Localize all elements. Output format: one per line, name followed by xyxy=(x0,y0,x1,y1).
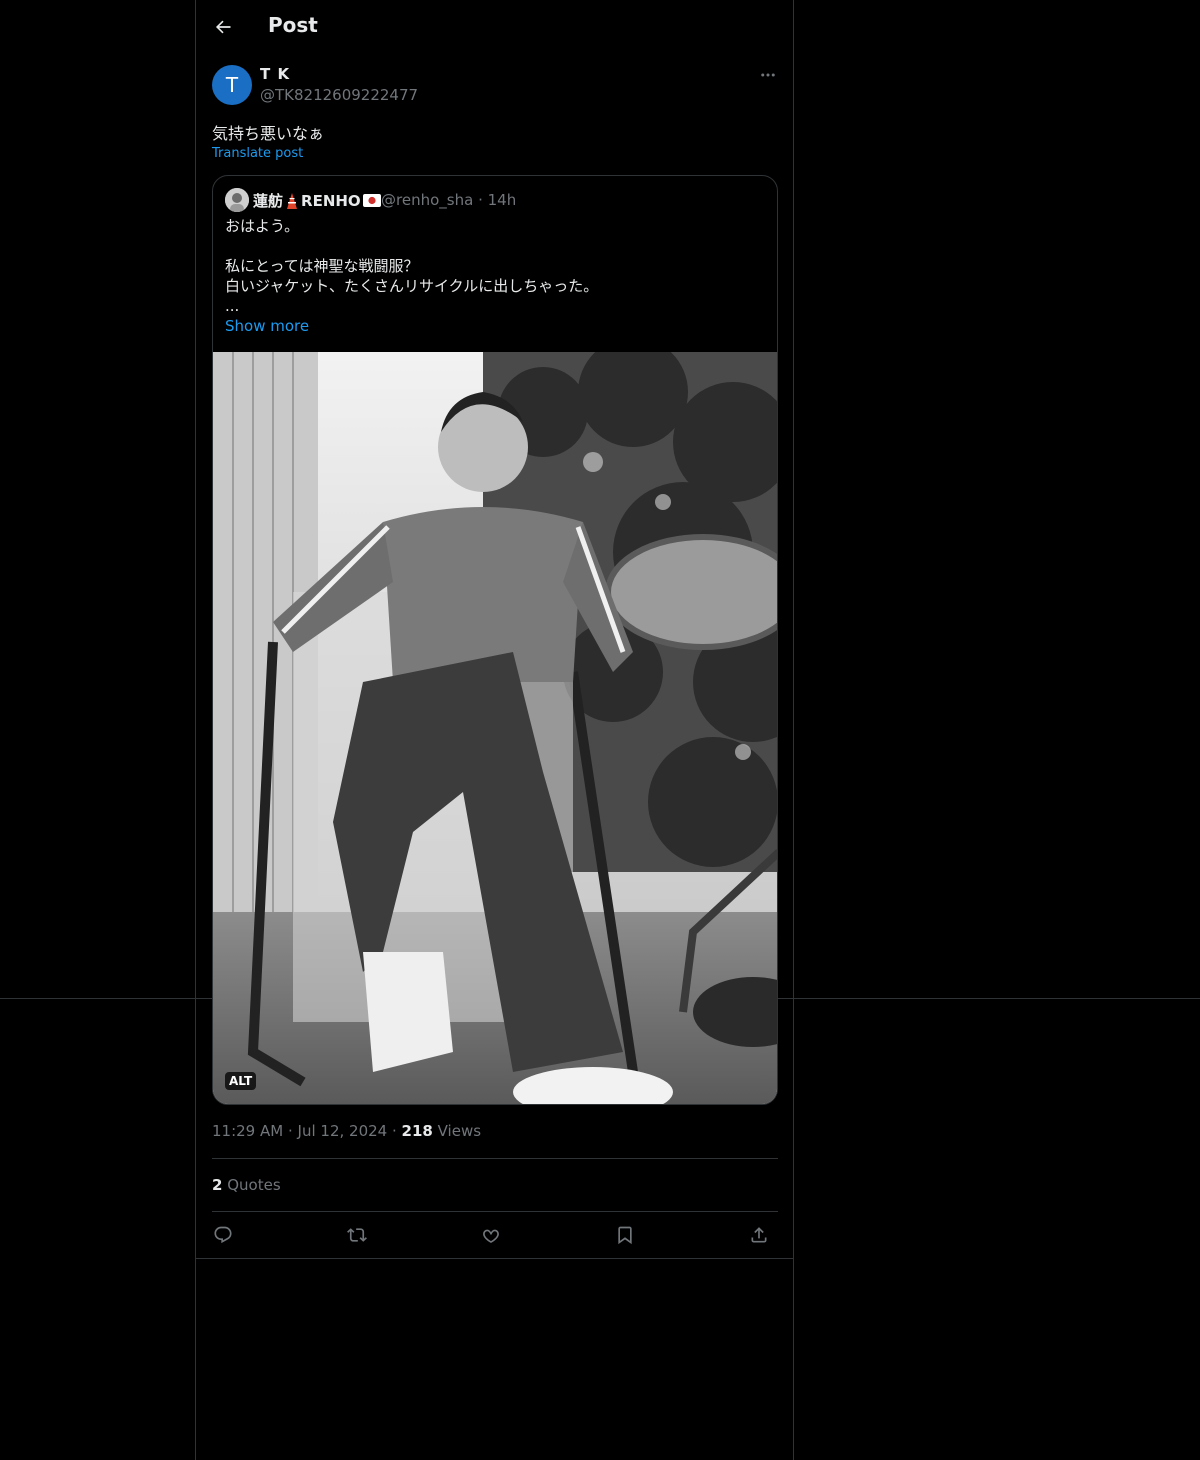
photo-image xyxy=(213,352,777,1104)
quoted-author-name-text: 蓮舫 xyxy=(253,192,284,210)
quoted-author-name-suffix: RENHO xyxy=(301,191,361,210)
main-column: Post T T K @TK8212609222477 気持ち悪いなぁ Tran… xyxy=(195,0,794,1460)
views-label: Views xyxy=(437,1122,482,1140)
reply-button[interactable] xyxy=(206,1218,240,1252)
quoted-post[interactable]: 蓮舫 RENHO @renho_sha · 14h おはよう。 私にとっては神聖… xyxy=(212,175,778,1105)
reply-icon xyxy=(214,1226,232,1244)
header: Post xyxy=(196,0,793,54)
arrow-left-icon xyxy=(215,20,231,34)
quotes-label: Quotes xyxy=(227,1176,281,1194)
quoted-photo[interactable]: ALT xyxy=(213,352,777,1104)
tokyo-tower-icon xyxy=(287,192,298,209)
author-handle[interactable]: @TK8212609222477 xyxy=(260,86,418,104)
quoted-text-line: 白いジャケット、たくさんリサイクルに出しちゃった。 xyxy=(225,277,599,295)
quoted-handle: @renho_sha xyxy=(381,191,474,209)
page: Post T T K @TK8212609222477 気持ち悪いなぁ Tran… xyxy=(0,0,1200,1460)
timestamp-date[interactable]: Jul 12, 2024 xyxy=(298,1122,388,1140)
quoted-text-line: おはよう。 xyxy=(225,217,300,235)
divider xyxy=(196,1258,793,1259)
divider xyxy=(212,1211,778,1212)
quoted-author-name: 蓮舫 RENHO xyxy=(253,190,381,211)
share-icon xyxy=(751,1227,767,1243)
share-button[interactable] xyxy=(742,1218,776,1252)
bookmark-button[interactable] xyxy=(608,1218,642,1252)
quoted-time: 14h xyxy=(487,191,517,209)
show-more-link[interactable]: Show more xyxy=(225,317,309,335)
quoted-text-line: 私にとっては神聖な戦闘服？ xyxy=(225,257,419,275)
timestamp-time[interactable]: 11:29 AM xyxy=(212,1122,283,1140)
avatar-letter: T xyxy=(225,73,239,97)
avatar[interactable]: T xyxy=(212,65,252,105)
more-horizontal-icon xyxy=(761,73,775,77)
views-count: 218 xyxy=(401,1122,433,1140)
repost-icon xyxy=(347,1228,367,1242)
quoted-avatar xyxy=(225,188,249,212)
post-meta: 11:29 AM · Jul 12, 2024 · 218 Views xyxy=(212,1122,481,1140)
quoted-handle-row: @renho_sha · 14h xyxy=(381,191,516,209)
back-button[interactable] xyxy=(206,10,240,44)
quoted-text-line: ... xyxy=(225,297,240,315)
bookmark-icon xyxy=(618,1226,632,1245)
quoted-avatar-image xyxy=(225,188,249,212)
repost-button[interactable] xyxy=(340,1218,374,1252)
quoted-text-line xyxy=(225,236,765,256)
separator-dot: · xyxy=(391,1122,402,1140)
divider xyxy=(212,1158,778,1159)
translate-post-link[interactable]: Translate post xyxy=(212,146,303,161)
like-button[interactable] xyxy=(474,1218,508,1252)
separator-dot: · xyxy=(287,1122,298,1140)
heart-icon xyxy=(483,1229,499,1243)
alt-badge[interactable]: ALT xyxy=(225,1072,257,1090)
more-button[interactable] xyxy=(754,63,782,87)
quoted-text: おはよう。 私にとっては神聖な戦闘服？ 白いジャケット、たくさんリサイクルに出し… xyxy=(225,216,765,316)
quotes-link[interactable]: 2 Quotes xyxy=(212,1176,281,1194)
japan-flag-icon xyxy=(362,194,381,207)
post-text: 気持ち悪いなぁ xyxy=(212,124,325,143)
author-name[interactable]: T K xyxy=(260,65,290,83)
separator-dot: · xyxy=(478,191,488,209)
quotes-count: 2 xyxy=(212,1176,223,1194)
action-bar xyxy=(212,1218,778,1252)
page-title: Post xyxy=(268,13,318,37)
